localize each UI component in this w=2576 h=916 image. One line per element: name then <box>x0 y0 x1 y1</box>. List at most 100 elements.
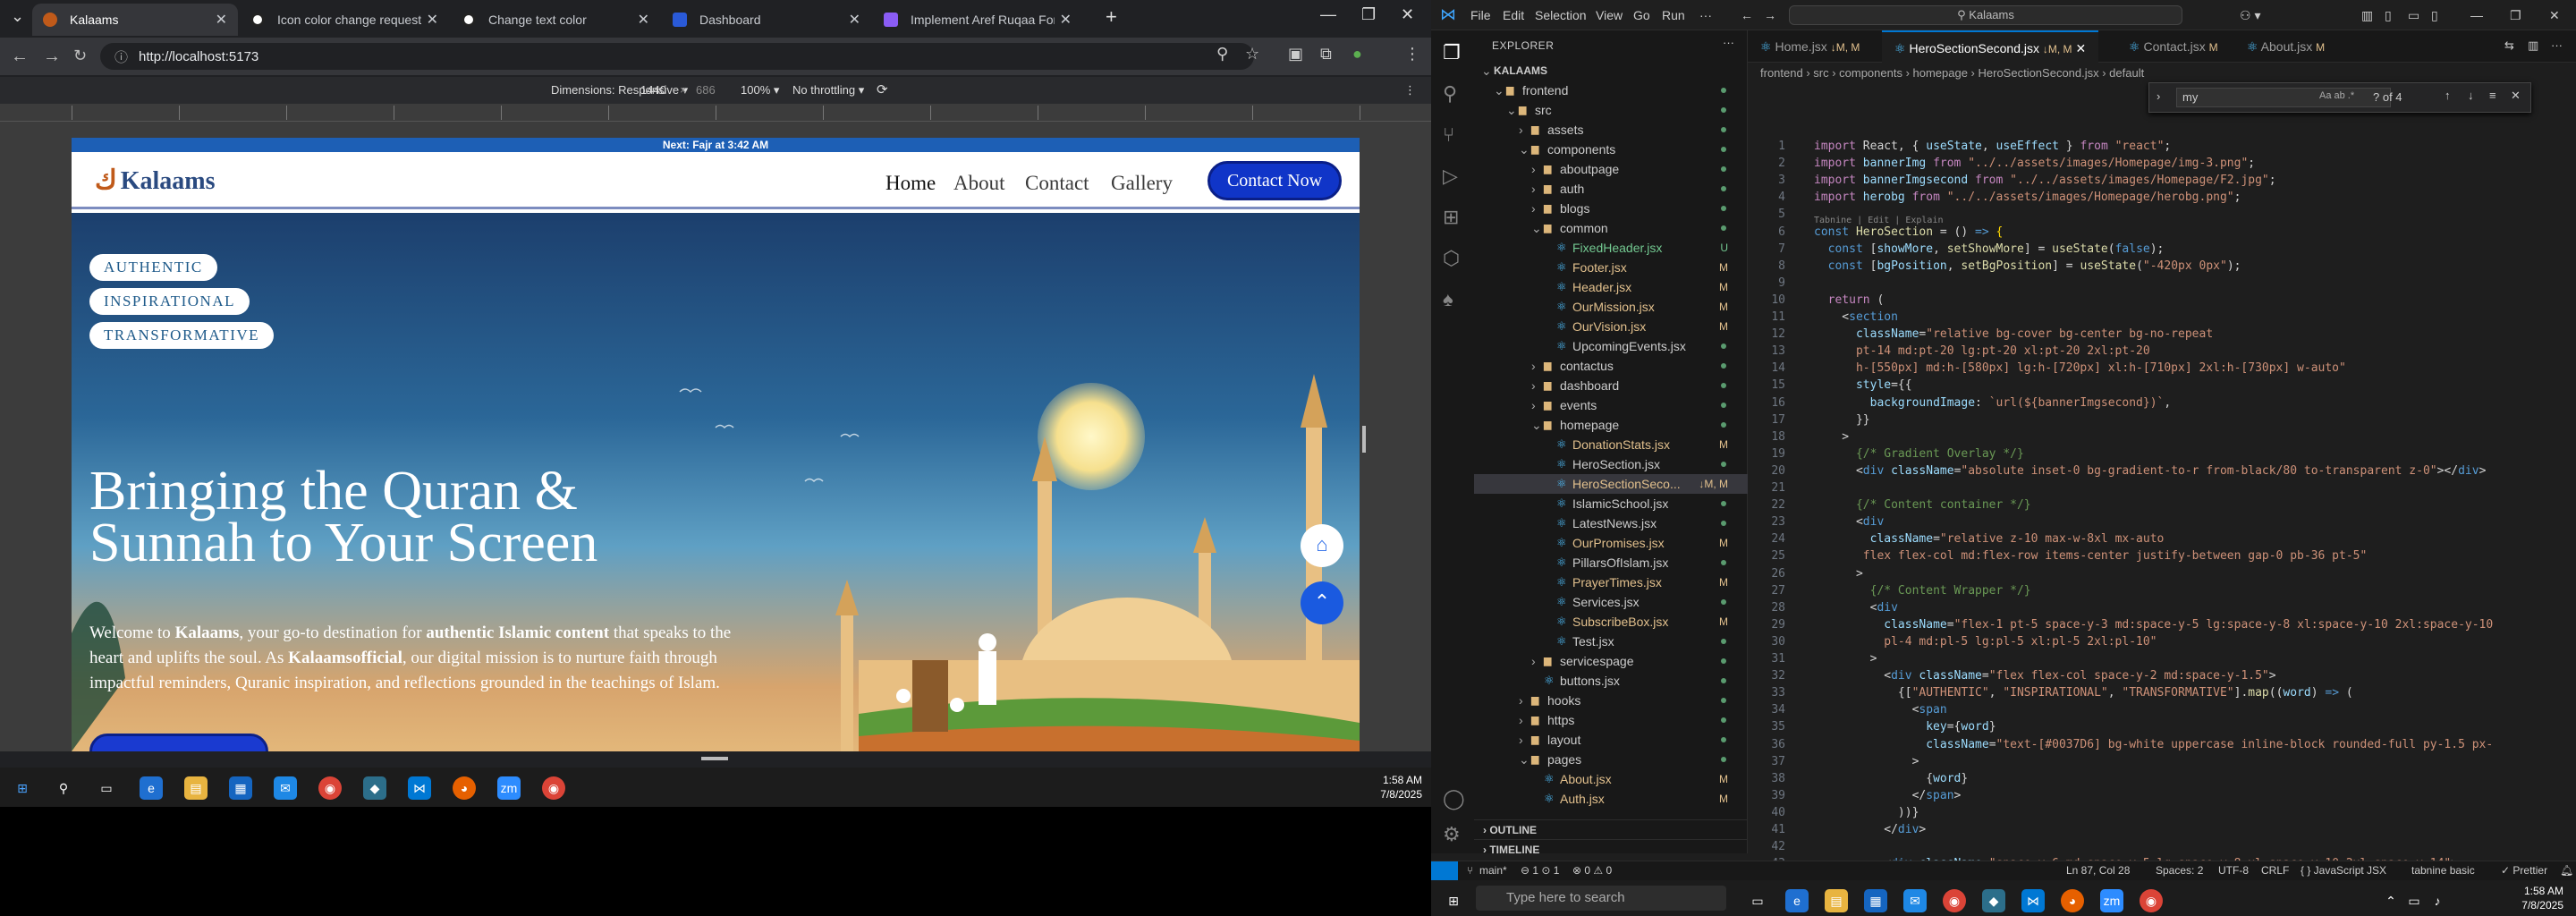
contact-now-button[interactable]: Contact Now <box>1208 161 1342 200</box>
notifications-icon[interactable]: 🔔︎ <box>2560 864 2573 877</box>
start-icon[interactable]: ⊞ <box>11 776 34 800</box>
profile-avatar[interactable]: ● <box>1352 45 1362 64</box>
source-control-icon[interactable]: ⑂ <box>1443 123 1454 147</box>
compare-icon[interactable]: ⇆ <box>2504 38 2514 53</box>
match-case-icon[interactable]: Aa ab .* <box>2319 90 2354 101</box>
tree-file[interactable]: ⚛ Footer.jsx M <box>1474 258 1748 277</box>
code-line[interactable]: className="relative z-10 max-w-8xl mx-au… <box>1814 532 2165 546</box>
tab-search-icon[interactable]: ⌄ <box>11 7 24 26</box>
tree-folder[interactable]: ⌄ ▆ common <box>1474 218 1748 238</box>
file-explorer-icon[interactable]: ▤ <box>184 776 208 800</box>
editor-tab-contact[interactable]: ⚛ Contact.jsx M <box>2116 30 2231 63</box>
command-center-search[interactable]: ⚲ Kalaams <box>1789 5 2182 25</box>
chrome-icon[interactable]: ◉ <box>318 776 342 800</box>
run-debug-icon[interactable]: ▷ <box>1443 165 1458 188</box>
extensions-icon[interactable]: ⊞ <box>1443 206 1459 229</box>
outline-panel[interactable]: › OUTLINE <box>1474 819 1748 839</box>
tabnine-status[interactable]: tabnine basic <box>2411 864 2475 877</box>
menu-file[interactable]: File <box>1470 8 1491 22</box>
code-line[interactable]: pl-4 md:pl-5 lg:pl-5 xl:pl-5 2xl:pl-10" <box>1814 635 2157 649</box>
code-editor[interactable]: 1 import React, { useState, useEffect } f… <box>1748 107 2553 870</box>
problems-count[interactable]: ⊗ 0 ⚠ 0 <box>1572 864 1612 877</box>
close-icon[interactable]: ✕ <box>849 11 860 29</box>
code-line[interactable]: {/* Content Wrapper */} <box>1814 584 2031 598</box>
code-line[interactable]: key={word} <box>1814 720 1996 734</box>
tree-file[interactable]: ⚛ OurMission.jsx M <box>1474 297 1748 317</box>
editor-tab-home[interactable]: ⚛ Home.jsx ↓M, M <box>1748 30 1872 63</box>
code-line[interactable]: {/* Content container */} <box>1814 498 2031 512</box>
editor-tab-herosectionsecond[interactable]: ⚛ HeroSectionSecond.jsx ↓M, M ✕ <box>1882 30 2099 63</box>
forward-icon[interactable]: → <box>1764 8 1776 22</box>
code-line[interactable]: <div <box>1814 601 1898 615</box>
edge-icon[interactable]: e <box>140 776 163 800</box>
nav-about[interactable]: About <box>953 172 1005 195</box>
code-line[interactable]: const [showMore, setShowMore] = useState… <box>1814 242 2165 256</box>
git-branch[interactable]: main* <box>1479 864 1507 877</box>
forward-icon[interactable]: → <box>43 47 61 67</box>
throttle-select[interactable]: No throttling ▾ <box>792 83 864 98</box>
tree-folder[interactable]: › ▆ blogs <box>1474 199 1748 218</box>
tree-folder[interactable]: › ▆ https <box>1474 710 1748 730</box>
tab-icon-color[interactable]: Icon color change request ✕ <box>240 4 449 36</box>
back-icon[interactable]: ← <box>11 47 29 67</box>
layout-icon[interactable]: ▥ <box>2361 8 2373 23</box>
more-actions-icon[interactable]: ··· <box>2551 38 2563 52</box>
eol[interactable]: CRLF <box>2261 864 2289 877</box>
resize-handle-bottom[interactable] <box>701 757 728 760</box>
tree-file[interactable]: ⚛ Header.jsx M <box>1474 277 1748 297</box>
tab-aref-ruqaa[interactable]: Implement Aref Ruqaa Font in I ✕ <box>873 4 1082 36</box>
tree-file[interactable]: ⚛ UpcomingEvents.jsx <box>1474 336 1748 356</box>
network-icon[interactable]: ▭ <box>2402 889 2426 912</box>
code-line[interactable]: > <box>1814 567 1863 581</box>
editor-tab-about[interactable]: ⚛ About.jsx M <box>2234 30 2337 63</box>
menu-go[interactable]: Go <box>1633 8 1650 22</box>
clock[interactable]: 1:58 AM 7/8/2025 <box>2521 884 2563 912</box>
vscode-icon[interactable]: ⋈ <box>2021 889 2045 912</box>
menu-edit[interactable]: Edit <box>1503 8 1524 22</box>
zoom-select[interactable]: 100% ▾ <box>741 83 779 98</box>
chrome-icon[interactable]: ◉ <box>2140 889 2163 912</box>
code-line[interactable]: className="relative bg-cover bg-center b… <box>1814 327 2213 341</box>
code-line[interactable]: pt-14 md:pt-20 lg:pt-20 xl:pt-20 2xl:pt-… <box>1814 344 2150 358</box>
tree-file[interactable]: ⚛ Services.jsx <box>1474 592 1748 612</box>
tree-folder[interactable]: › ▆ hooks <box>1474 691 1748 710</box>
code-line[interactable]: {["AUTHENTIC", "INSPIRATIONAL", "TRANSFO… <box>1814 686 2353 700</box>
edge-icon[interactable]: e <box>1785 889 1809 912</box>
split-editor-icon[interactable]: ▥ <box>2528 38 2538 53</box>
tree-folder[interactable]: ⌄ ▆ components <box>1474 140 1748 159</box>
close-icon[interactable]: ✕ <box>2549 8 2560 23</box>
tree-file[interactable]: ⚛ HeroSection.jsx <box>1474 454 1748 474</box>
code-line[interactable]: ))} <box>1814 806 1919 819</box>
cursor-position[interactable]: Ln 87, Col 28 <box>2066 864 2130 877</box>
code-line[interactable]: }} <box>1814 413 1870 427</box>
tree-folder[interactable]: › ▆ layout <box>1474 730 1748 750</box>
mail-icon[interactable]: ✉ <box>1903 889 1927 912</box>
height-field[interactable]: 686 <box>696 83 716 97</box>
tray-chevron-icon[interactable]: ⌃ <box>2379 889 2402 912</box>
new-tab-icon[interactable]: + <box>1106 5 1117 29</box>
chrome-icon[interactable]: ◉ <box>542 776 565 800</box>
dimensions-select[interactable]: Dimensions: Responsive ▾ <box>551 83 688 98</box>
rotate-icon[interactable]: ⟳ <box>877 81 888 98</box>
panel-toggle-icon[interactable]: ▭ <box>2408 8 2419 23</box>
tree-folder[interactable]: › ▆ contactus <box>1474 356 1748 376</box>
tree-folder[interactable]: › ▆ aboutpage <box>1474 159 1748 179</box>
prettier-status[interactable]: ✓ Prettier <box>2501 864 2547 877</box>
close-window-icon[interactable]: ✕ <box>1401 5 1414 24</box>
code-line[interactable]: <section <box>1814 310 1898 324</box>
nav-home[interactable]: Home <box>886 172 936 195</box>
chrome-icon[interactable]: ◉ <box>1943 889 1966 912</box>
close-icon[interactable]: ✕ <box>216 11 227 29</box>
hero-cta-button[interactable] <box>89 734 268 751</box>
tab-dashboard[interactable]: Dashboard ✕ <box>662 4 871 36</box>
tree-file[interactable]: ⚛ OurVision.jsx M <box>1474 317 1748 336</box>
tree-folder[interactable]: ⌄ ▆ homepage <box>1474 415 1748 435</box>
codelens-hint[interactable]: Tabnine | Edit | Explain <box>1814 216 1944 225</box>
close-icon[interactable]: ✕ <box>2511 89 2521 103</box>
tree-file[interactable]: ⚛ LatestNews.jsx <box>1474 513 1748 533</box>
search-icon[interactable]: ⚲ <box>1443 82 1457 106</box>
code-line[interactable]: <div <box>1814 515 1884 529</box>
code-line[interactable]: backgroundImage: `url(${bannerImgsecond}… <box>1814 396 2172 410</box>
clock[interactable]: 1:58 AM 7/8/2025 <box>1380 773 1422 802</box>
firefox-icon[interactable]: ◕ <box>453 776 476 800</box>
